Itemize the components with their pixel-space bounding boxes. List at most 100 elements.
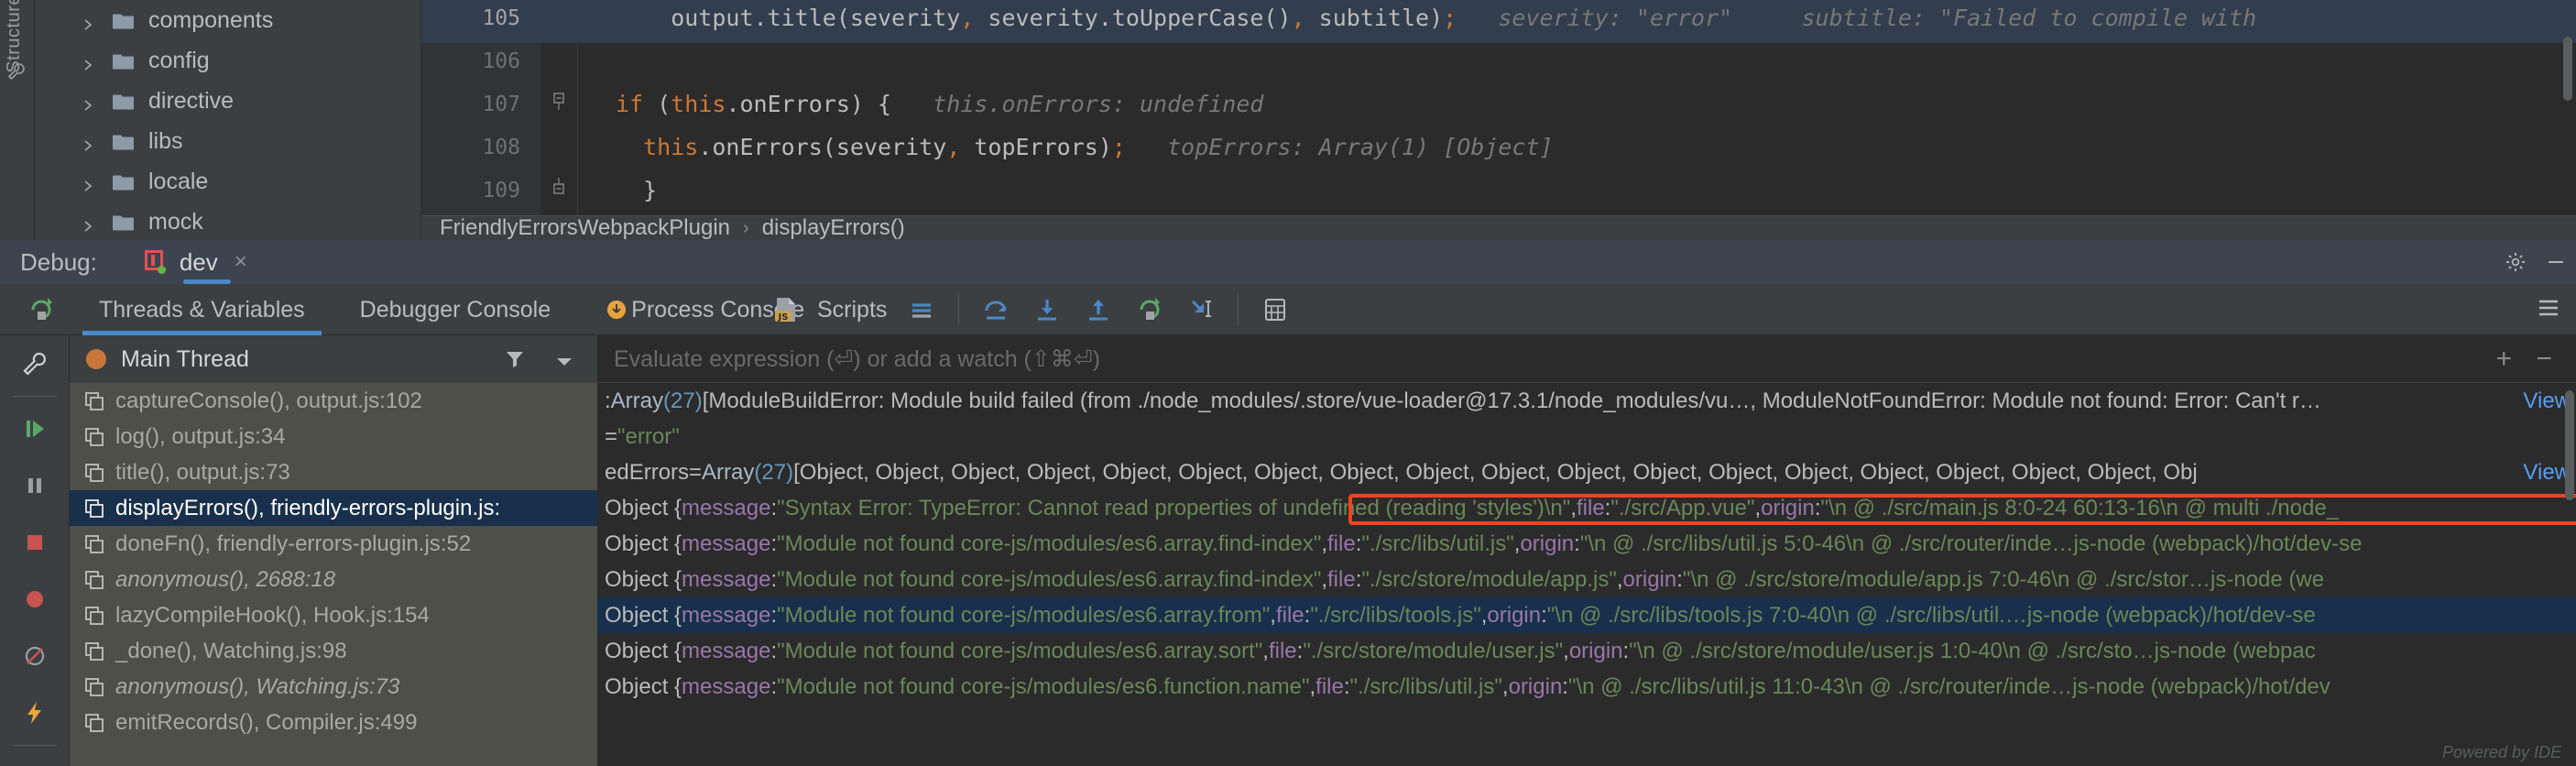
tree-item-locale[interactable]: locale — [35, 161, 420, 202]
frame-row[interactable]: emitRecords(), Compiler.js:499 — [70, 705, 597, 740]
folder-icon — [112, 51, 136, 71]
filter-icon[interactable] — [504, 348, 526, 375]
evaluate-icon[interactable] — [1250, 284, 1301, 335]
js-file-icon[interactable]: JS — [760, 284, 812, 335]
variables-panel[interactable]: Evaluate expression (⏎) or add a watch (… — [597, 335, 2576, 766]
tree-item-components[interactable]: components — [35, 0, 420, 40]
variable-row[interactable]: = "error" — [597, 419, 2576, 454]
tab-threads-and-variables[interactable]: Threads & Variables — [71, 284, 333, 335]
debug-tab-dev[interactable]: dev × — [139, 240, 253, 284]
chevron-right-icon[interactable] — [81, 52, 97, 71]
code-line-109[interactable]: 109 } — [421, 165, 2576, 215]
variable-segment: Array — [610, 388, 664, 413]
plus-icon[interactable]: + — [2495, 344, 2512, 375]
step-out-icon[interactable] — [1073, 284, 1124, 335]
gear-icon[interactable] — [2495, 240, 2536, 284]
tree-item-mock[interactable]: mock — [35, 202, 420, 242]
frame-row[interactable]: anonymous(), 2688:18 — [70, 562, 597, 597]
step-into-icon[interactable] — [1021, 284, 1073, 335]
resume-icon[interactable] — [1124, 284, 1175, 335]
frame-label: anonymous(), Watching.js:73 — [115, 673, 400, 699]
variable-segment: message — [682, 566, 771, 592]
view-breakpoints-icon[interactable] — [0, 571, 70, 628]
breadcrumb-item-class[interactable]: FriendlyErrorsWebpackPlugin — [440, 215, 730, 241]
frame-row[interactable]: title(), output.js:73 — [70, 454, 597, 490]
variable-row[interactable]: edErrors = Array (27) [Object, Object, Ob… — [597, 454, 2576, 490]
run-to-cursor-icon[interactable] — [1175, 284, 1227, 335]
tree-item-config[interactable]: config — [35, 40, 420, 81]
tree-item-libs[interactable]: libs — [35, 121, 420, 161]
debug-tab-bar: Threads & Variables Debugger Console Pro… — [71, 284, 832, 335]
breadcrumb-item-method[interactable]: displayErrors() — [762, 215, 905, 241]
frame-label: displayErrors(), friendly-errors-plugin.… — [115, 495, 501, 520]
evaluate-expression-bar[interactable]: Evaluate expression (⏎) or add a watch (… — [597, 335, 2576, 383]
frame-row[interactable]: captureConsole(), output.js:102 — [70, 383, 597, 419]
debug-panel-header: Debug: dev × — [0, 240, 2576, 284]
variable-row[interactable]: Object {message: "Module not found core-… — [597, 526, 2576, 562]
force-run-icon[interactable] — [0, 684, 70, 741]
watermark: Powered by IDE — [2441, 743, 2561, 761]
debug-label: Debug: — [20, 247, 97, 276]
variable-segment: "./src/libs/util.js" — [1349, 673, 1502, 699]
minus-icon[interactable]: − — [2536, 344, 2552, 375]
frame-row[interactable]: doneFn(), friendly-errors-plugin.js:52 — [70, 526, 597, 562]
wrench-icon[interactable] — [0, 335, 70, 392]
editor-scrollbar[interactable] — [2563, 37, 2572, 101]
wrench-icon[interactable] — [7, 62, 26, 81]
minimize-icon[interactable] — [2536, 240, 2576, 284]
variable-row[interactable]: Object {message: "Syntax Error: TypeErro… — [597, 490, 2576, 526]
close-icon[interactable]: × — [235, 249, 247, 275]
variable-row[interactable]: Object {message: "Module not found core-… — [597, 562, 2576, 597]
folder-icon — [112, 172, 136, 192]
step-over-icon[interactable] — [970, 284, 1021, 335]
tool-window-stripe[interactable]: Structure — [0, 0, 35, 240]
frame-row[interactable]: lazyCompileHook(), Hook.js:154 — [70, 597, 597, 633]
chevron-right-icon[interactable] — [81, 213, 97, 232]
variable-row[interactable]: Object {message: "Module not found core-… — [597, 597, 2576, 633]
tab-label: Threads & Variables — [99, 296, 305, 323]
chevron-down-icon[interactable] — [555, 356, 573, 372]
pause-program-icon[interactable] — [0, 457, 70, 514]
variable-row[interactable]: Object {message: "Module not found core-… — [597, 669, 2576, 705]
chevron-right-icon[interactable] — [81, 133, 97, 151]
stack-frame-icon — [84, 427, 104, 447]
variable-segment: "\n @ ./src/libs/util.js 5:0-46\n @ ./sr… — [1579, 531, 2363, 556]
resume-program-icon[interactable] — [0, 400, 70, 457]
fold-marker[interactable] — [540, 92, 577, 116]
thread-name[interactable]: Main Thread — [121, 346, 249, 373]
frame-row[interactable]: _done(), Watching.js:98 — [70, 633, 597, 669]
stop-icon[interactable] — [0, 514, 70, 571]
variable-row[interactable]: Object {message: "Module not found core-… — [597, 633, 2576, 669]
code-editor[interactable]: 105 output.title(severity, severity.toUp… — [421, 0, 2576, 215]
debug-tab-label: dev — [179, 247, 218, 276]
view-link[interactable]: View — [2523, 388, 2571, 414]
layout-icon[interactable] — [2536, 295, 2561, 325]
variable-segment: "./src/store/module/user.js" — [1303, 638, 1564, 663]
variable-segment: : — [770, 531, 778, 556]
variable-row[interactable]: : Array (27) [ModuleBuildError: Module bu… — [597, 383, 2576, 419]
variable-segment: : — [1343, 673, 1350, 699]
mute-breakpoints-icon[interactable] — [0, 628, 70, 684]
variable-segment: origin — [1568, 638, 1623, 663]
chevron-right-icon[interactable] — [81, 173, 97, 192]
divider — [13, 745, 57, 746]
rerun-icon[interactable] — [27, 295, 59, 326]
tab-debugger-console[interactable]: Debugger Console — [333, 284, 578, 335]
variables-scrollbar[interactable] — [2565, 390, 2574, 500]
chevron-right-icon[interactable] — [81, 93, 97, 111]
frames-panel[interactable]: Main Thread captureConsole(), output.js:… — [70, 335, 597, 766]
settings-icon[interactable] — [0, 750, 70, 766]
breadcrumb[interactable]: FriendlyErrorsWebpackPlugin › displayErr… — [421, 215, 2576, 240]
variable-segment: (27) — [663, 388, 703, 413]
lines-icon[interactable] — [896, 284, 947, 335]
tree-item-directive[interactable]: directive — [35, 81, 420, 121]
frame-row[interactable]: displayErrors(), friendly-errors-plugin.… — [70, 490, 597, 526]
project-tree[interactable]: components config directive libs locale … — [35, 0, 421, 275]
view-link[interactable]: View — [2523, 460, 2571, 486]
folder-icon — [112, 213, 136, 232]
fold-marker[interactable] — [540, 178, 577, 202]
frame-row[interactable]: log(), output.js:34 — [70, 419, 597, 454]
frame-row[interactable]: anonymous(), Watching.js:73 — [70, 669, 597, 705]
variable-segment: file — [1327, 566, 1356, 592]
chevron-right-icon[interactable] — [81, 12, 97, 30]
